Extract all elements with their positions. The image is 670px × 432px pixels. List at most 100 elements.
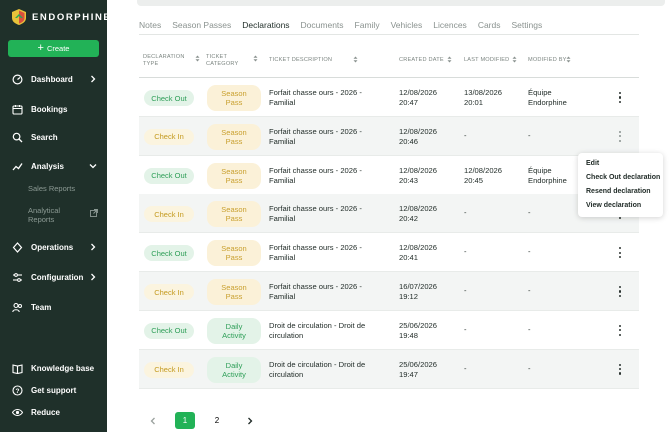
created-time-line2: 19:47 xyxy=(399,369,419,379)
created-date-line1: 12/08/2026 xyxy=(399,243,438,253)
table-row[interactable]: Check Out Season Pass Forfait chasse ours -… xyxy=(139,233,639,273)
tab-declarations[interactable]: Declarations xyxy=(242,20,290,35)
row-actions-kebab-icon[interactable] xyxy=(615,285,625,298)
created-date-line1: 16/07/2026 xyxy=(399,282,438,291)
row-actions-kebab-icon[interactable] xyxy=(615,246,625,259)
menu-item-resend-declaration[interactable]: Resend declaration xyxy=(586,188,651,195)
menu-item-view-declaration[interactable]: View declaration xyxy=(586,202,641,209)
description-line1: Droit de circulation - Droit de xyxy=(269,359,366,369)
sidebar-item-search[interactable]: Search xyxy=(12,130,102,144)
pagination-prev-button[interactable] xyxy=(143,412,163,429)
sort-icon[interactable] xyxy=(566,56,571,63)
sidebar-subitem-sales-reports[interactable]: Sales Reports xyxy=(28,184,75,193)
sidebar-item-bookings[interactable]: Bookings xyxy=(12,102,102,116)
tab-documents[interactable]: Documents xyxy=(301,20,344,35)
declaration-type-badge: Check In xyxy=(144,284,194,300)
created-date: 12/08/2026 20:47 xyxy=(399,88,459,108)
category-line1: Season xyxy=(221,89,247,98)
pagination-page-2[interactable]: 2 xyxy=(207,412,227,429)
table-row[interactable]: Check Out Season Pass Forfait chasse ours -… xyxy=(139,156,639,195)
modified-by: - xyxy=(528,247,588,257)
menu-item-check-out-declaration[interactable]: Check Out declaration xyxy=(586,174,660,181)
table-row[interactable]: Check In Daily Activity Droit de circulatio… xyxy=(139,349,639,389)
column-header-description[interactable]: TICKET DESCRIPTION xyxy=(269,57,332,64)
created-date-line1: 12/08/2026 xyxy=(399,88,438,97)
column-header-last-modified[interactable]: LAST MODIFIED xyxy=(464,57,509,64)
sort-icon[interactable] xyxy=(512,56,517,63)
sort-icon[interactable] xyxy=(195,55,200,62)
sort-icon[interactable] xyxy=(353,56,358,63)
table-row[interactable]: Check In Season Pass Forfait chasse ours - … xyxy=(139,272,639,311)
description-line2: circulation xyxy=(269,330,304,340)
modified-by-line1: - xyxy=(528,247,531,257)
created-date: 16/07/2026 19:12 xyxy=(399,282,459,302)
tab-family[interactable]: Family xyxy=(355,20,380,35)
created-date: 12/08/2026 20:42 xyxy=(399,204,459,224)
sidebar-item-team[interactable]: Team xyxy=(12,300,102,314)
ticket-description: Forfait chasse ours - 2026 - Familial xyxy=(269,127,387,147)
tab-cards[interactable]: Cards xyxy=(478,20,501,35)
ticket-description: Droit de circulation - Droit de circulati… xyxy=(269,360,387,380)
category-line1: Daily xyxy=(225,321,243,331)
row-actions-kebab-icon[interactable] xyxy=(615,363,625,376)
chevron-right-icon xyxy=(91,273,96,281)
sidebar-item-configuration[interactable]: Configuration xyxy=(12,270,102,284)
logo-icon xyxy=(12,9,26,25)
analysis-icon xyxy=(12,161,23,172)
tab-settings[interactable]: Settings xyxy=(512,20,543,35)
table-row[interactable]: Check Out Season Pass Forfait chasse ours -… xyxy=(139,78,639,117)
column-header-modified-by[interactable]: MODIFIED BY xyxy=(528,57,567,64)
pagination-page-1[interactable]: 1 xyxy=(175,412,195,429)
description-line1: Forfait chasse ours - 2026 - xyxy=(269,165,362,175)
sidebar-item-analysis[interactable]: Analysis xyxy=(12,159,102,173)
created-date-line1: 12/08/2026 xyxy=(399,165,438,175)
description-line2: Familial xyxy=(269,98,296,107)
sidebar-item-label: Dashboard xyxy=(31,74,73,84)
description-line2: Familial xyxy=(269,136,296,146)
pagination-next-button[interactable] xyxy=(240,412,260,429)
sidebar-item-label: Configuration xyxy=(31,272,84,282)
description-line1: Forfait chasse ours - 2026 - xyxy=(269,204,362,214)
created-time-line2: 20:42 xyxy=(399,214,419,224)
table-row[interactable]: Check In Season Pass Forfait chasse ours - … xyxy=(139,194,639,234)
column-header-type[interactable]: DECLARATION TYPE xyxy=(143,54,185,68)
modified-line2: 20:45 xyxy=(464,175,484,185)
tab-licences[interactable]: Licences xyxy=(433,20,467,35)
subitem-label-line1: Analytical xyxy=(28,206,61,215)
ticket-category-badge: Season Pass xyxy=(207,85,261,111)
tab-vehicles[interactable]: Vehicles xyxy=(391,20,423,35)
table-row[interactable]: Check Out Daily Activity Droit de circulati… xyxy=(139,311,639,350)
sort-icon[interactable] xyxy=(447,56,452,63)
menu-item-edit[interactable]: Edit xyxy=(586,160,599,167)
last-modified: - xyxy=(464,131,524,141)
row-actions-kebab-icon[interactable] xyxy=(615,324,625,337)
ticket-description: Droit de circulation - Droit de circulati… xyxy=(269,321,387,341)
sidebar-item-reduce[interactable]: Reduce xyxy=(12,405,102,419)
tab-notes[interactable]: Notes xyxy=(139,20,161,35)
tab-season-passes[interactable]: Season Passes xyxy=(172,20,231,35)
create-button[interactable]: + Create xyxy=(8,40,99,57)
last-modified: - xyxy=(464,208,524,218)
sidebar-subitem-analytical-reports[interactable]: Analytical Reports xyxy=(28,206,60,224)
modified-by-line1: - xyxy=(528,286,531,295)
row-actions-kebab-icon[interactable] xyxy=(615,130,625,143)
team-icon xyxy=(12,302,23,313)
sidebar-item-dashboard[interactable]: Dashboard xyxy=(12,72,102,86)
tab-divider xyxy=(139,34,639,35)
category-line2: Pass xyxy=(225,253,243,263)
sort-icon[interactable] xyxy=(253,55,258,62)
brand-logo[interactable]: ENDORPHINE xyxy=(12,9,111,25)
created-date-line1: 12/08/2026 xyxy=(399,204,438,214)
description-line1: Forfait chasse ours - 2026 - xyxy=(269,282,362,291)
column-header-category[interactable]: TICKET CATEGORY xyxy=(206,54,238,68)
row-actions-kebab-icon[interactable] xyxy=(615,91,625,104)
description-line2: Familial xyxy=(269,214,296,224)
sidebar-item-knowledge-base[interactable]: Knowledge base xyxy=(12,361,102,375)
declaration-type-badge: Check Out xyxy=(144,322,194,339)
modified-line1: 12/08/2026 xyxy=(464,165,503,175)
sidebar-item-operations[interactable]: Operations xyxy=(12,240,102,254)
column-header-created[interactable]: CREATED DATE xyxy=(399,57,444,64)
table-row[interactable]: Check In Season Pass Forfait chasse ours - … xyxy=(139,116,639,156)
description-line1: Forfait chasse ours - 2026 - xyxy=(269,126,362,136)
sidebar-item-get-support[interactable]: ? Get support xyxy=(12,383,102,397)
